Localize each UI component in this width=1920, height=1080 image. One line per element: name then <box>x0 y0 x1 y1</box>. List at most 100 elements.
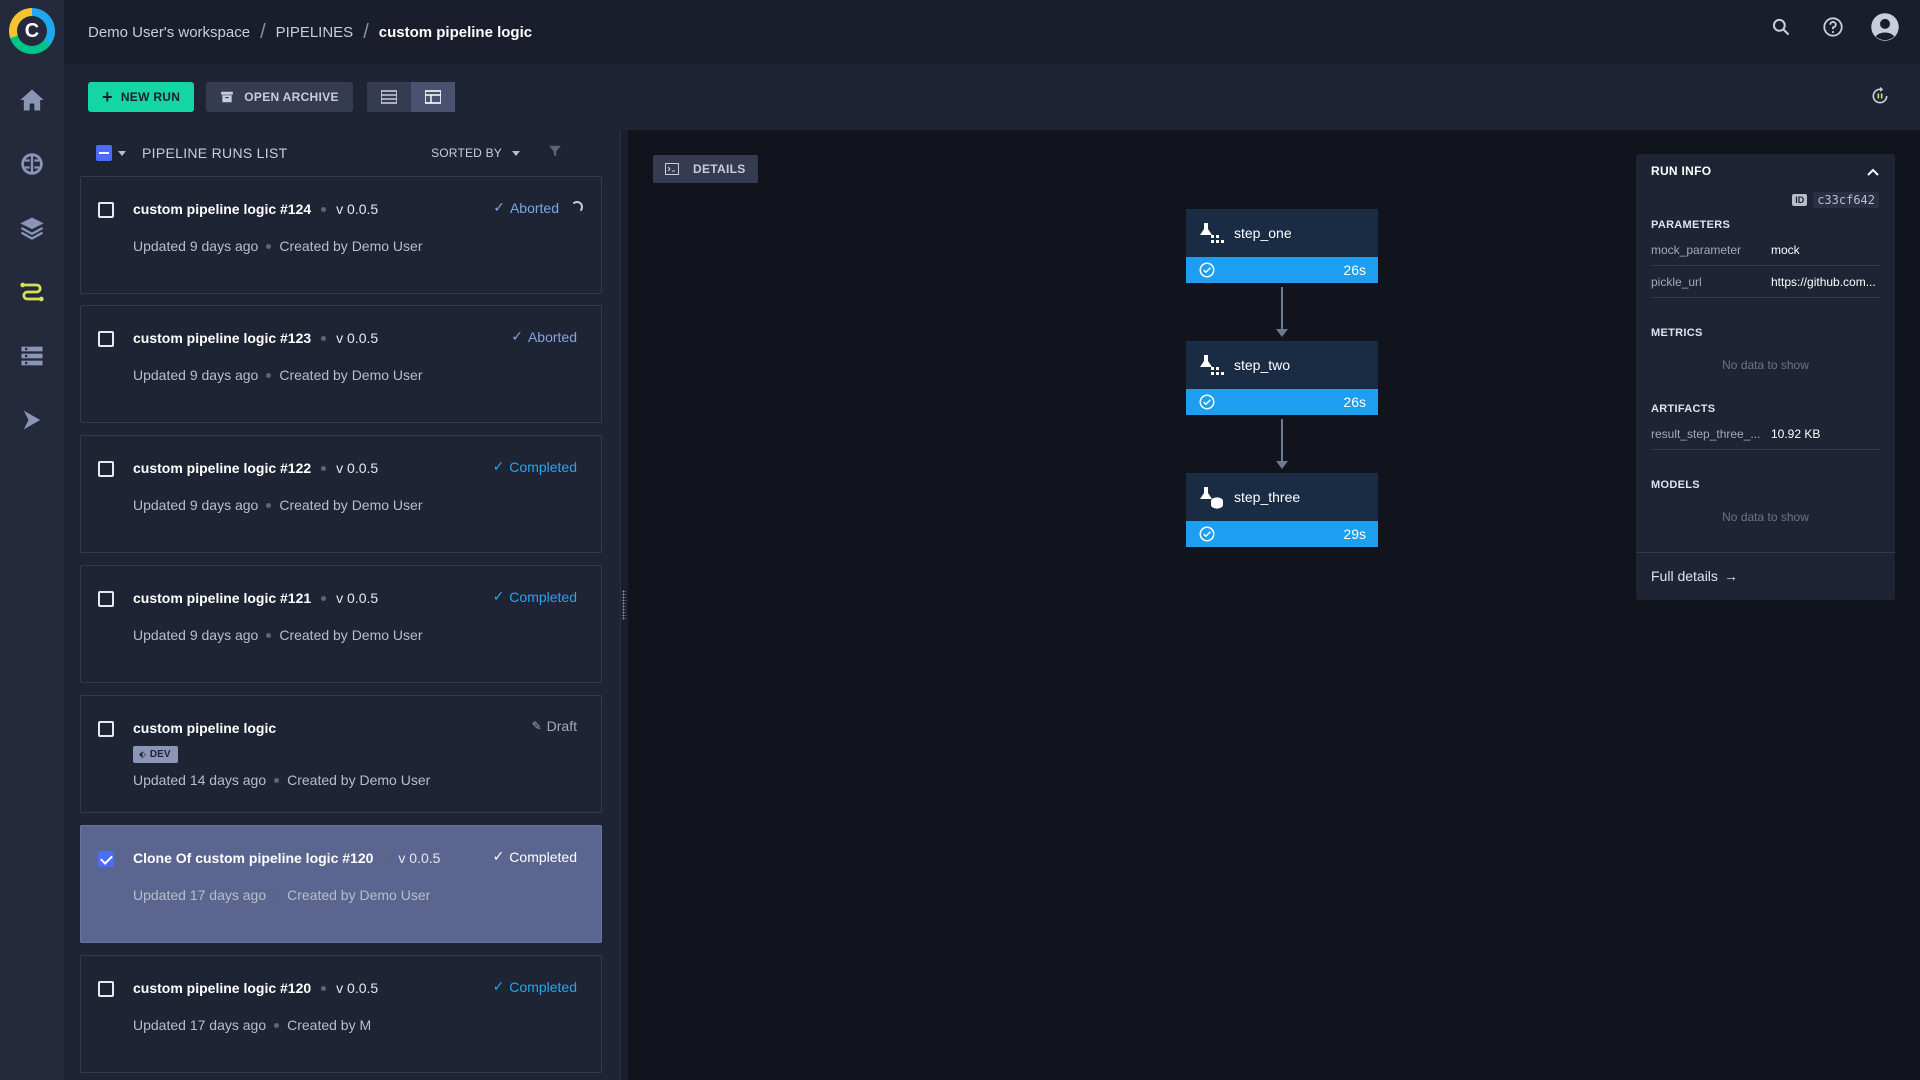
resize-handle-icon[interactable] <box>622 590 626 620</box>
artifact-row[interactable]: result_step_three_... 10.92 KB <box>1651 418 1880 450</box>
list-item[interactable]: custom pipeline logic #123 v 0.0.5 Update… <box>80 305 602 423</box>
list-item[interactable]: custom pipeline logic #122 v 0.0.5 Update… <box>80 435 602 553</box>
pipeline-step-node[interactable]: step_one 26s <box>1186 209 1378 283</box>
breadcrumb-current: custom pipeline logic <box>378 23 533 41</box>
search-icon[interactable] <box>1766 12 1796 42</box>
run-updated: Updated 9 days ago <box>133 367 259 383</box>
auto-refresh-icon[interactable] <box>1870 86 1890 109</box>
status-text: Completed <box>509 458 577 475</box>
status-text: Completed <box>509 848 577 865</box>
run-updated: Updated 9 days ago <box>133 238 259 254</box>
list-title: PIPELINE RUNS LIST <box>142 145 288 161</box>
run-info-title: RUN INFO <box>1651 164 1712 178</box>
row-checkbox[interactable] <box>98 461 114 477</box>
new-run-button[interactable]: + NEW RUN <box>88 82 195 112</box>
check-icon: ✓ <box>493 199 505 215</box>
separator-dot <box>274 892 280 898</box>
list-item[interactable]: custom pipeline logic #124 v 0.0.5 Update… <box>80 176 602 294</box>
clearml-logo[interactable]: C <box>9 8 55 54</box>
run-created-by: Created by Demo User <box>279 497 423 513</box>
run-id[interactable]: ID c33cf642 <box>1792 192 1879 208</box>
check-icon: ✓ <box>492 458 505 474</box>
open-archive-button[interactable]: OPEN ARCHIVE <box>206 82 353 112</box>
run-version: v 0.0.5 <box>336 590 379 606</box>
collapse-chevron-up-icon[interactable] <box>1867 164 1879 180</box>
details-view-icon <box>424 90 441 104</box>
run-name: custom pipeline logic <box>133 720 277 736</box>
details-button[interactable]: DETAILS <box>653 155 758 183</box>
parameter-row: mock_parameter mock <box>1651 234 1880 266</box>
list-item[interactable]: Clone Of custom pipeline logic #120 v 0.0… <box>80 825 602 943</box>
filter-icon[interactable] <box>548 144 562 161</box>
status-text: Completed <box>509 588 577 605</box>
run-name: Clone Of custom pipeline logic #120 <box>133 850 374 866</box>
details-view-button[interactable] <box>410 82 455 112</box>
run-updated: Updated 17 days ago <box>133 1017 267 1033</box>
list-item[interactable]: custom pipeline logic #120 v 0.0.5 Update… <box>80 955 602 1073</box>
select-menu-chevron-icon[interactable] <box>118 150 126 156</box>
step-name: step_three <box>1234 489 1301 505</box>
status-badge: ✓ Completed <box>493 588 577 605</box>
sort-dropdown[interactable]: SORTED BY <box>431 146 520 160</box>
row-checkbox[interactable] <box>98 591 114 607</box>
pencil-icon: ✎ <box>531 719 542 733</box>
terminal-icon <box>665 163 679 175</box>
separator-dot <box>274 1022 280 1028</box>
check-icon: ✓ <box>511 328 523 344</box>
dev-badge: ⬖ DEV <box>133 746 179 763</box>
breadcrumb-section[interactable]: PIPELINES <box>276 24 354 41</box>
run-info-panel: RUN INFO ID c33cf642 PARAMETERS mock_par… <box>1636 154 1895 600</box>
full-details-link[interactable]: Full details → <box>1651 568 1738 584</box>
top-bar: Demo User's workspace / PIPELINES / cust… <box>64 0 1920 64</box>
step-connector-arrow <box>1276 287 1288 337</box>
brain-icon[interactable] <box>14 146 50 182</box>
row-checkbox[interactable] <box>98 851 114 867</box>
table-view-button[interactable] <box>366 82 411 112</box>
parameter-row: pickle_url https://github.com... <box>1651 266 1880 298</box>
run-name: custom pipeline logic #120 <box>133 980 312 996</box>
row-checkbox[interactable] <box>98 202 114 218</box>
run-version: v 0.0.5 <box>336 201 379 217</box>
status-badge: ✓ Completed <box>493 848 577 865</box>
step-connector-arrow <box>1276 419 1288 469</box>
sort-label: SORTED BY <box>431 146 502 160</box>
pipeline-step-node[interactable]: step_three 29s <box>1186 473 1378 547</box>
list-item[interactable]: custom pipeline logic ⬖ DEV Updated 14 da… <box>80 695 602 813</box>
run-created-by: Created by Demo User <box>287 887 431 903</box>
step-type-icon <box>1200 355 1224 375</box>
id-tag: ID <box>1792 194 1808 206</box>
datasets-icon[interactable] <box>14 338 50 374</box>
parameter-key: pickle_url <box>1651 274 1702 289</box>
row-checkbox[interactable] <box>98 331 114 347</box>
pipeline-runs-panel: PIPELINE RUNS LIST SORTED BY custom pipe… <box>64 130 620 1080</box>
separator-dot <box>321 985 327 991</box>
table-view-icon <box>380 90 397 104</box>
run-name: custom pipeline logic #124 <box>133 201 312 217</box>
breadcrumb-separator: / <box>260 20 266 43</box>
breadcrumb-workspace[interactable]: Demo User's workspace <box>88 24 250 41</box>
home-icon[interactable] <box>14 82 50 118</box>
check-circle-icon <box>1199 394 1215 410</box>
logo-letter: C <box>17 16 47 46</box>
list-item[interactable]: custom pipeline logic #121 v 0.0.5 Update… <box>80 565 602 683</box>
deploy-icon[interactable] <box>14 402 50 438</box>
parameters-title: PARAMETERS <box>1651 219 1731 231</box>
separator-dot <box>266 243 272 249</box>
help-icon[interactable] <box>1818 12 1848 42</box>
artifact-size: 10.92 KB <box>1771 426 1821 441</box>
run-version: v 0.0.5 <box>336 980 379 996</box>
layers-icon[interactable] <box>14 210 50 246</box>
separator-dot <box>266 372 272 378</box>
status-text: Completed <box>509 978 577 995</box>
pipelines-icon[interactable] <box>14 274 50 310</box>
run-updated: Updated 14 days ago <box>133 772 267 788</box>
select-all-checkbox[interactable] <box>96 145 112 161</box>
user-avatar-icon[interactable] <box>1870 12 1900 42</box>
row-checkbox[interactable] <box>98 981 114 997</box>
pipeline-step-node[interactable]: step_two 26s <box>1186 341 1378 415</box>
row-checkbox[interactable] <box>98 721 114 737</box>
step-type-icon <box>1200 487 1223 509</box>
separator-dot <box>266 632 272 638</box>
badge-text: DEV <box>149 749 171 760</box>
breadcrumb-separator: / <box>363 20 369 43</box>
